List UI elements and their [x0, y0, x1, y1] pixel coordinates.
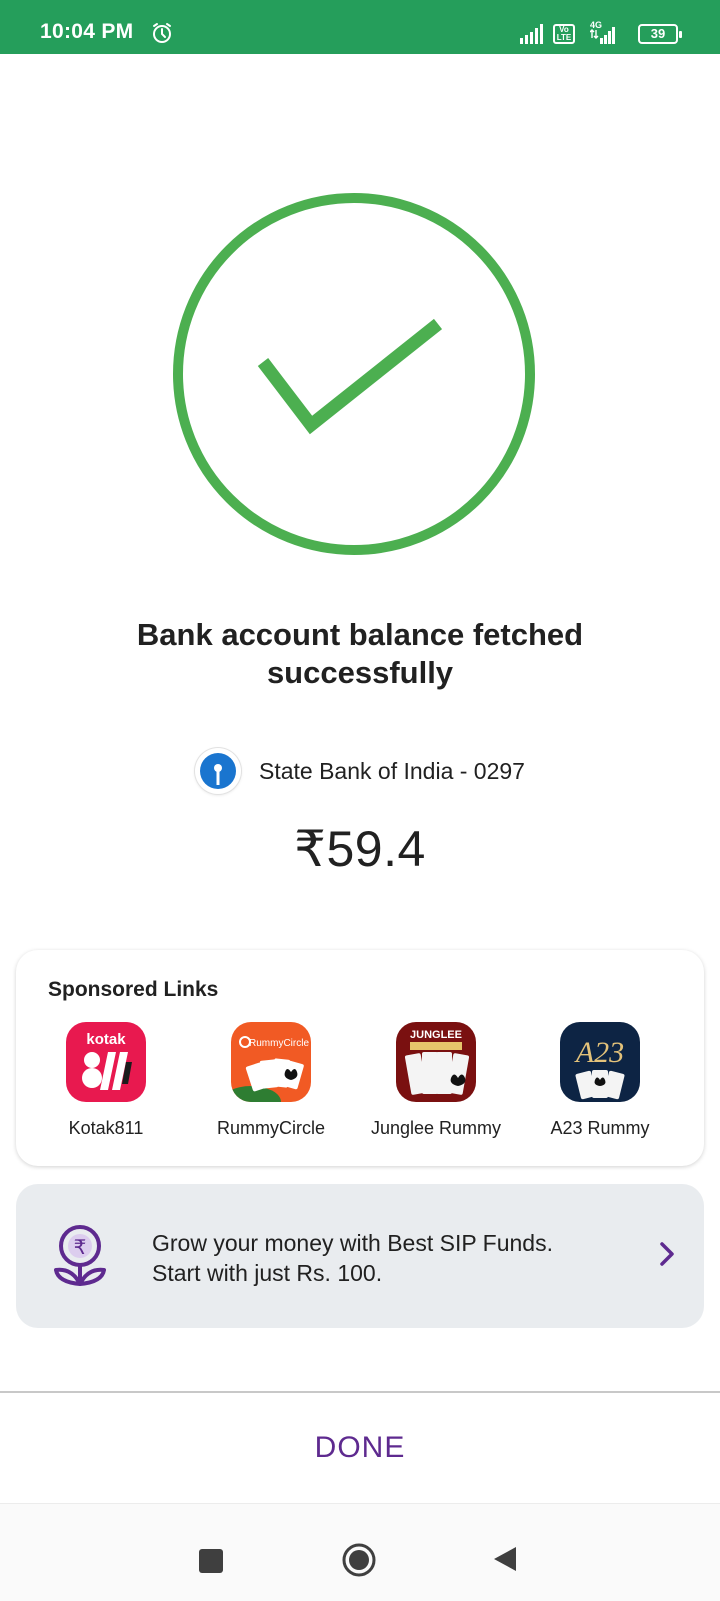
bank-name: State Bank of India - 0297 — [259, 758, 525, 784]
success-check-icon — [170, 190, 538, 558]
system-navigation-bar — [0, 1503, 720, 1601]
recents-square-icon[interactable] — [199, 1549, 223, 1573]
app-label[interactable]: Junglee Rummy — [352, 1118, 520, 1139]
alarm-icon — [151, 22, 173, 49]
sip-banner-line2: Start with just Rs. 100. — [152, 1260, 383, 1286]
signal-icon — [520, 24, 546, 49]
status-time: 10:04 PM — [40, 20, 134, 43]
svg-text:RummyCircle: RummyCircle — [249, 1038, 309, 1049]
svg-text:JUNGLEE: JUNGLEE — [410, 1029, 462, 1041]
app-label[interactable]: A23 Rummy — [516, 1118, 684, 1139]
chevron-right-icon[interactable] — [658, 1240, 676, 1273]
battery-icon: 39 — [638, 24, 682, 44]
app-label[interactable]: RummyCircle — [187, 1118, 355, 1139]
sponsored-links-title: Sponsored Links — [48, 978, 219, 1001]
a23-rummy-app-icon[interactable]: A23 — [560, 1022, 640, 1102]
rupee-plant-icon: ₹ — [52, 1222, 108, 1299]
sip-funds-banner[interactable]: ₹ Grow your money with Best SIP Funds. S… — [16, 1184, 704, 1328]
rummycircle-app-icon[interactable]: RummyCircle — [231, 1022, 311, 1102]
svg-text:kotak: kotak — [86, 1031, 126, 1048]
app-label[interactable]: Kotak811 — [22, 1118, 190, 1139]
sip-banner-line1: Grow your money with Best SIP Funds. — [152, 1230, 553, 1256]
back-triangle-icon[interactable] — [492, 1545, 518, 1578]
svg-text:₹: ₹ — [74, 1235, 87, 1259]
sponsored-app-rummycircle[interactable]: RummyCircle RummyCircle — [187, 1022, 355, 1152]
sip-banner-text: Grow your money with Best SIP Funds. Sta… — [152, 1228, 553, 1288]
status-bar: 10:04 PM Vo LTE 4G 39 — [0, 0, 720, 54]
sponsored-app-kotak811[interactable]: kotak Kotak811 — [22, 1022, 190, 1152]
sponsored-app-a23-rummy[interactable]: A23 A23 Rummy — [516, 1022, 684, 1152]
kotak811-app-icon[interactable]: kotak — [66, 1022, 146, 1102]
home-circle-icon[interactable] — [341, 1542, 377, 1583]
account-balance: ₹59.4 — [294, 821, 426, 877]
sponsored-app-junglee-rummy[interactable]: JUNGLEE Junglee Rummy — [352, 1022, 520, 1152]
svg-text:A23: A23 — [574, 1036, 624, 1069]
signal-4g-icon — [589, 26, 616, 49]
sbi-bank-logo-icon — [195, 748, 241, 794]
done-button[interactable]: DONE — [0, 1393, 720, 1503]
sponsored-links-card: Sponsored Links kotak Kotak811 RummyCirc… — [16, 950, 704, 1166]
junglee-rummy-app-icon[interactable]: JUNGLEE — [396, 1022, 476, 1102]
result-title: Bank account balance fetched successfull… — [136, 617, 584, 690]
volte-icon: Vo LTE — [553, 24, 575, 44]
